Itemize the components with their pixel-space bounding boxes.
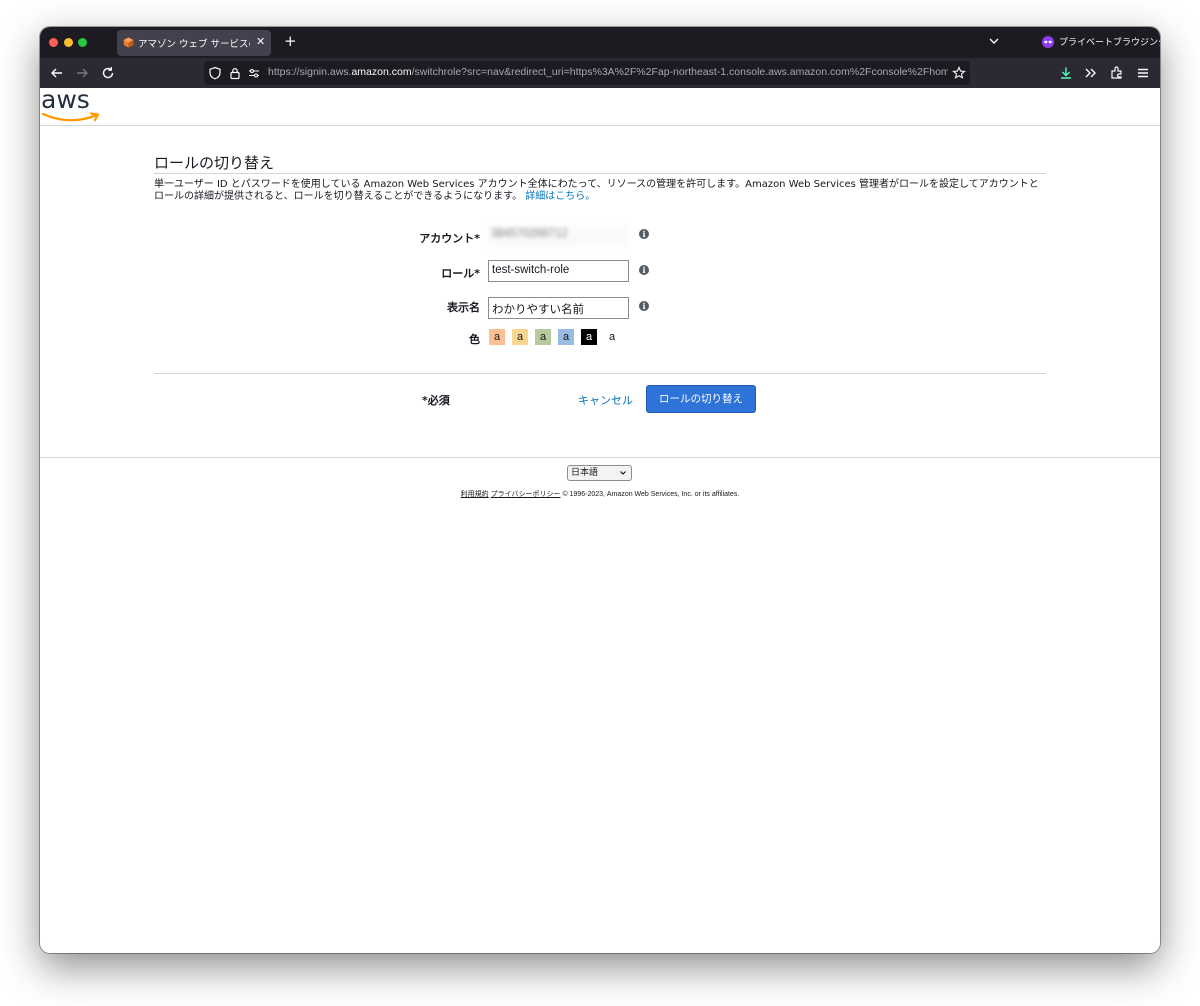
address-bar[interactable]: https://signin.aws.amazon.com/switchrole…: [204, 61, 970, 85]
page-title: ロールの切り替え: [154, 154, 275, 172]
role-input[interactable]: test-switch-role: [488, 260, 629, 282]
chevron-down-icon: [620, 471, 626, 475]
page-content: aws ロールの切り替え 単一ユーザー ID とパスワードを使用している Ama…: [40, 86, 1160, 953]
description-text: 単一ユーザー ID とパスワードを使用している Amazon Web Servi…: [154, 179, 1039, 202]
title-divider: [154, 173, 1046, 174]
lock-icon[interactable]: [228, 66, 242, 80]
cancel-link[interactable]: キャンセル: [578, 392, 633, 408]
privacy-link[interactable]: プライバシーポリシー: [491, 491, 561, 498]
aws-header: aws: [40, 86, 1160, 126]
display-name-info-icon[interactable]: i: [639, 301, 649, 311]
tracking-protection-shield-icon[interactable]: [208, 66, 222, 80]
private-browsing-icon: [1042, 35, 1054, 48]
svg-text:aws: aws: [41, 86, 90, 114]
page-description: 単一ユーザー ID とパスワードを使用している Amazon Web Servi…: [154, 179, 1048, 203]
language-select-value: 日本語: [571, 468, 599, 478]
account-input[interactable]: 384570268712: [488, 225, 629, 247]
required-note: *必須: [422, 394, 450, 407]
switch-role-button[interactable]: ロールの切り替え: [646, 385, 756, 413]
color-label: 色: [469, 333, 480, 346]
private-browsing-label: プライベートブラウジング: [1059, 38, 1160, 48]
terms-link[interactable]: 利用規約: [461, 491, 489, 498]
aws-logo[interactable]: aws: [40, 86, 102, 126]
downloads-icon[interactable]: [1058, 65, 1074, 81]
footer-divider: [40, 457, 1160, 458]
language-select[interactable]: 日本語: [567, 465, 632, 481]
minimize-window-button[interactable]: [64, 38, 73, 47]
display-name-input[interactable]: わかりやすい名前: [488, 297, 629, 319]
menu-hamburger-icon[interactable]: [1135, 65, 1151, 81]
color-swatch-3[interactable]: a: [535, 329, 551, 345]
browser-tab-active[interactable]: アマゾン ウェブ サービスのロール ✕: [117, 30, 271, 56]
more-tools-chevrons-icon[interactable]: [1083, 65, 1099, 81]
url-suffix: /switchrole?src=nav&redirect_uri=https%3…: [411, 66, 948, 78]
tab-strip: アマゾン ウェブ サービスのロール ✕ + プライベートブラウジング: [40, 27, 1160, 58]
zoom-window-button[interactable]: [78, 38, 87, 47]
navigation-toolbar: https://signin.aws.amazon.com/switchrole…: [40, 58, 1160, 88]
learn-more-link[interactable]: 詳細はこちら。: [525, 191, 595, 202]
aws-favicon-icon: [123, 37, 134, 48]
color-swatch-1[interactable]: a: [489, 329, 505, 345]
tab-title: アマゾン ウェブ サービスのロール: [138, 39, 250, 50]
bookmark-star-icon[interactable]: [952, 66, 966, 80]
close-window-button[interactable]: [49, 38, 58, 47]
color-swatch-5[interactable]: a: [581, 329, 597, 345]
forward-arrow-icon[interactable]: [74, 65, 90, 81]
display-name-label: 表示名: [447, 301, 480, 314]
reload-icon[interactable]: [100, 65, 116, 81]
footer: 利用規約 プライバシーポリシー © 1996-2023, Amazon Web …: [40, 489, 1160, 499]
url-prefix: https://signin.aws.: [268, 66, 352, 78]
new-tab-icon[interactable]: +: [284, 32, 297, 50]
back-arrow-icon[interactable]: [49, 65, 65, 81]
role-info-icon[interactable]: i: [639, 265, 649, 275]
close-tab-icon[interactable]: ✕: [256, 35, 265, 48]
color-swatch-6[interactable]: a: [604, 329, 620, 345]
color-swatch-2[interactable]: a: [512, 329, 528, 345]
account-label: アカウント*: [419, 232, 480, 245]
account-info-icon[interactable]: i: [639, 229, 649, 239]
url-text[interactable]: https://signin.aws.amazon.com/switchrole…: [268, 66, 948, 78]
private-browsing-indicator: プライベートブラウジング: [1042, 35, 1160, 48]
extensions-icon[interactable]: [1109, 65, 1125, 81]
url-domain: amazon.com: [351, 66, 412, 78]
form-divider: [154, 373, 1046, 374]
permissions-icon[interactable]: [247, 66, 261, 80]
color-swatch-4[interactable]: a: [558, 329, 574, 345]
copyright-text: © 1996-2023, Amazon Web Services, Inc. o…: [562, 491, 740, 498]
browser-window: アマゾン ウェブ サービスのロール ✕ + プライベートブラウジング: [40, 27, 1160, 953]
role-label: ロール*: [441, 267, 480, 280]
list-all-tabs-icon[interactable]: [988, 35, 1000, 47]
